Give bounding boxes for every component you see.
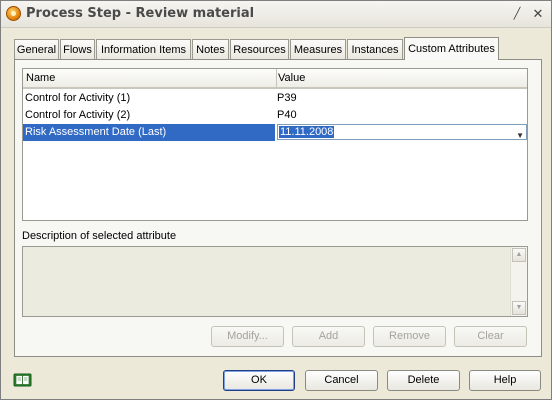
tab-information-items[interactable]: Information Items: [96, 39, 191, 59]
delete-button[interactable]: Delete: [387, 370, 460, 391]
dialog-window: Process Step - Review material ╱ ✕ Gener…: [0, 0, 552, 400]
attribute-name: Control for Activity (2): [25, 109, 131, 121]
tab-resources[interactable]: Resources: [230, 39, 289, 59]
close-icon[interactable]: ✕: [531, 7, 545, 21]
attribute-name: Risk Assessment Date (Last): [23, 124, 275, 141]
modify-button[interactable]: Modify...: [211, 326, 284, 347]
description-text-area[interactable]: ▲ ▼: [22, 246, 528, 317]
table-row-selected[interactable]: Risk Assessment Date (Last) 11.11.2008 ▼: [23, 124, 527, 141]
app-logo-icon: [6, 6, 21, 21]
add-button[interactable]: Add: [292, 326, 365, 347]
grid-header: Name Value: [23, 69, 527, 89]
tab-custom-attributes[interactable]: Custom Attributes: [404, 37, 499, 60]
title-bar[interactable]: Process Step - Review material ╱ ✕: [1, 1, 551, 28]
scroll-down-icon[interactable]: ▼: [512, 301, 526, 315]
tab-measures[interactable]: Measures: [290, 39, 346, 59]
tab-instances[interactable]: Instances: [347, 39, 403, 59]
attribute-value: P39: [277, 92, 297, 104]
attribute-value[interactable]: 11.11.2008: [279, 126, 335, 138]
attribute-name: Control for Activity (1): [25, 92, 131, 104]
vertical-scrollbar[interactable]: ▲ ▼: [510, 247, 527, 316]
help-button[interactable]: Help: [469, 370, 541, 391]
attribute-value: P40: [277, 109, 297, 121]
book-icon[interactable]: [13, 372, 33, 388]
tab-general[interactable]: General: [14, 39, 59, 59]
cancel-button[interactable]: Cancel: [305, 370, 378, 391]
column-header-value[interactable]: Value: [278, 72, 305, 84]
clear-button[interactable]: Clear: [454, 326, 527, 347]
table-row[interactable]: Control for Activity (2) P40: [23, 107, 527, 124]
tab-flows[interactable]: Flows: [60, 39, 95, 59]
remove-button[interactable]: Remove: [373, 326, 446, 347]
column-header-name[interactable]: Name: [26, 72, 55, 84]
table-row[interactable]: Control for Activity (1) P39: [23, 90, 527, 107]
ok-button[interactable]: OK: [223, 370, 295, 391]
date-value-editor[interactable]: 11.11.2008 ▼: [277, 124, 527, 140]
description-label: Description of selected attribute: [22, 230, 177, 242]
attributes-grid: Name Value Control for Activity (1) P39 …: [22, 68, 528, 221]
pin-icon[interactable]: ╱: [510, 7, 524, 21]
window-title: Process Step - Review material: [26, 6, 255, 21]
tab-notes[interactable]: Notes: [192, 39, 229, 59]
column-divider[interactable]: [276, 69, 277, 87]
chevron-down-icon[interactable]: ▼: [516, 127, 524, 144]
scroll-up-icon[interactable]: ▲: [512, 248, 526, 262]
